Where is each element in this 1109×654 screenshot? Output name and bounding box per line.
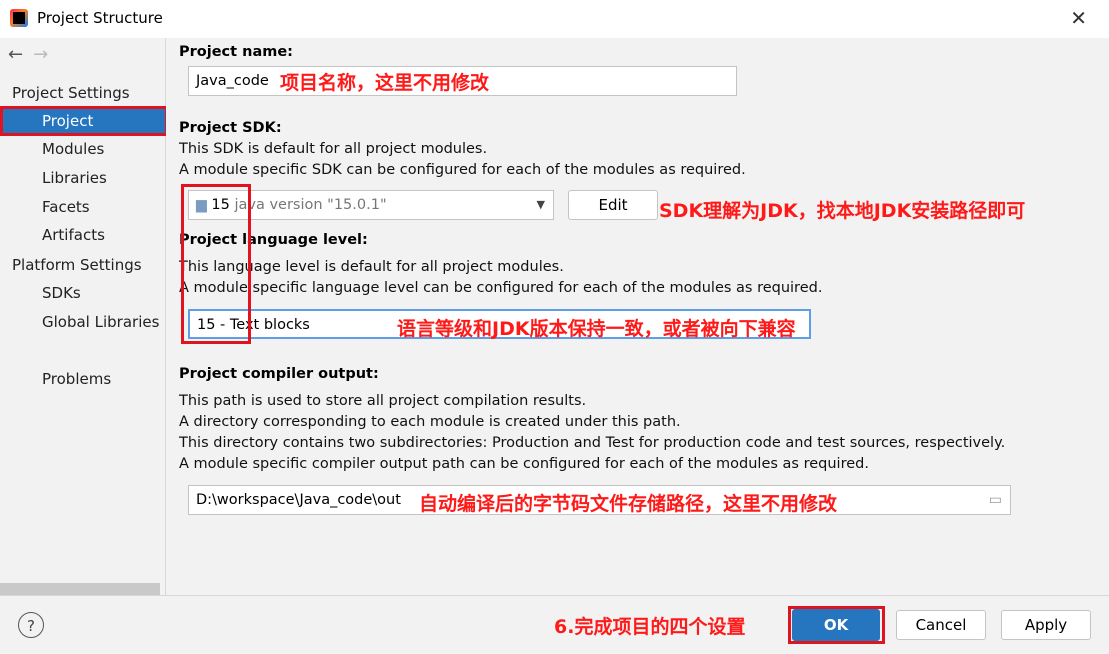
forward-arrow-icon[interactable]: → (33, 44, 48, 65)
close-icon[interactable]: ✕ (1070, 6, 1087, 30)
sdk-desc-1: This SDK is default for all project modu… (179, 141, 488, 157)
sdk-heading: Project SDK: (179, 120, 282, 136)
highlight-sdk-level-box (181, 184, 251, 344)
bottom-bar: ? 6.完成项目的四个设置 OK Cancel Apply (0, 595, 1109, 654)
group-project-settings: Project Settings (12, 84, 130, 102)
compiler-output-desc-1: This path is used to store all project c… (179, 393, 587, 409)
window-title: Project Structure (37, 9, 163, 27)
intellij-app-icon (10, 9, 28, 27)
sidebar-item-artifacts[interactable]: Artifacts (42, 226, 105, 244)
group-platform-settings: Platform Settings (12, 256, 142, 274)
compiler-output-desc-4: A module specific compiler output path c… (179, 456, 869, 472)
sidebar-item-modules[interactable]: Modules (42, 140, 104, 158)
compiler-output-desc-2: A directory corresponding to each module… (179, 414, 681, 430)
compiler-output-path: D:\workspace\Java_code\out (196, 492, 401, 508)
edit-sdk-button[interactable]: Edit (568, 190, 658, 220)
title-bar: Project Structure ✕ (0, 0, 1109, 38)
chevron-down-icon: ▼ (536, 198, 545, 211)
help-button[interactable]: ? (18, 612, 44, 638)
sidebar-item-facets[interactable]: Facets (42, 198, 90, 216)
back-arrow-icon[interactable]: ← (8, 44, 23, 65)
language-level-desc-2: A module specific language level can be … (179, 280, 823, 296)
sidebar-item-sdks[interactable]: SDKs (42, 284, 81, 302)
compiler-output-desc-3: This directory contains two subdirectori… (179, 435, 1006, 451)
annotation-language-level: 语言等级和JDK版本保持一致，或者被向下兼容 (397, 318, 796, 340)
compiler-output-heading: Project compiler output: (179, 366, 379, 382)
cancel-button[interactable]: Cancel (896, 610, 986, 640)
apply-button[interactable]: Apply (1001, 610, 1091, 640)
sidebar-item-problems[interactable]: Problems (42, 370, 111, 388)
highlight-project-item (0, 106, 168, 136)
folder-browse-icon[interactable]: ▭ (989, 486, 1002, 514)
sidebar-item-libraries[interactable]: Libraries (42, 169, 107, 187)
sidebar-item-global-libraries[interactable]: Global Libraries (42, 313, 159, 331)
highlight-ok-button (788, 606, 885, 644)
nav-arrows: ← → (8, 44, 58, 65)
sdk-desc-2: A module specific SDK can be configured … (179, 162, 746, 178)
sidebar-scrollbar[interactable] (0, 583, 160, 595)
annotation-step: 6.完成项目的四个设置 (554, 616, 746, 638)
annotation-compiler-output: 自动编译后的字节码文件存储路径，这里不用修改 (419, 493, 838, 515)
annotation-project-name: 项目名称，这里不用修改 (280, 72, 490, 94)
project-name-heading: Project name: (179, 44, 293, 60)
sdk-detail: java version "15.0.1" (234, 197, 387, 213)
annotation-sdk: SDK理解为JDK，找本地JDK安装路径即可 (659, 200, 1026, 222)
